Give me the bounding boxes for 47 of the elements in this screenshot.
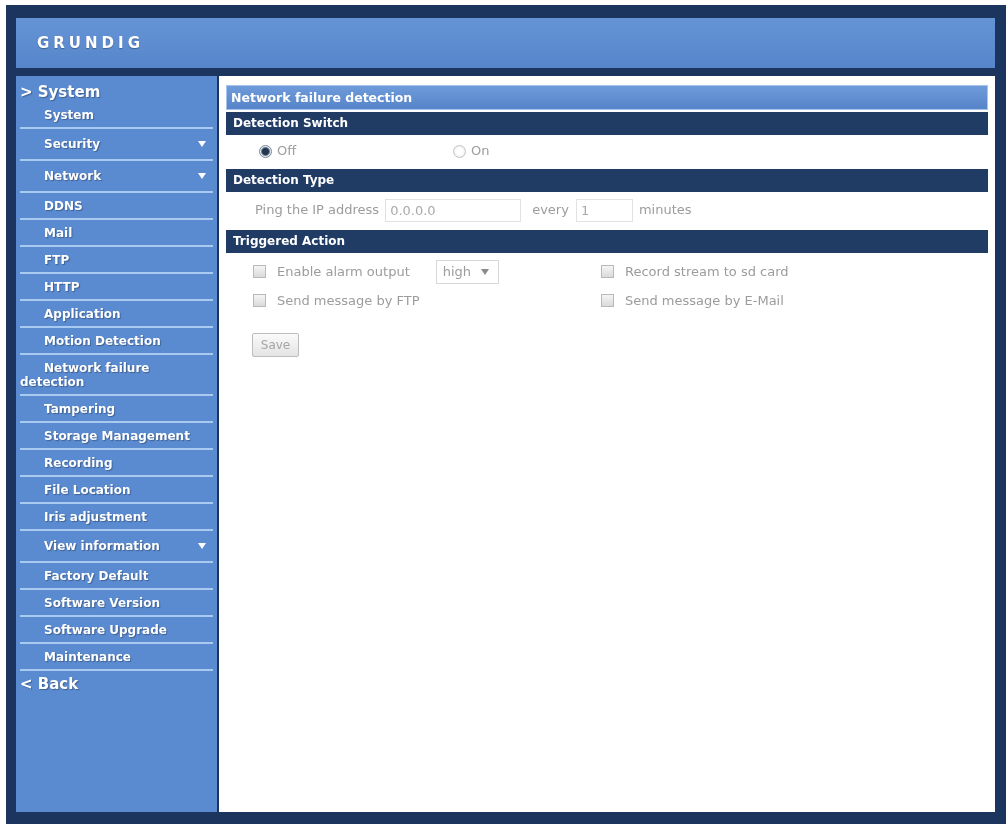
section-header: Detection Type: [226, 169, 988, 192]
output-select[interactable]: high: [435, 259, 499, 284]
sidebar-item[interactable]: FTP: [20, 247, 213, 274]
unit-label: minutes: [638, 202, 692, 218]
sidebar-item[interactable]: System: [20, 102, 213, 129]
sidebar-item[interactable]: Tampering: [20, 396, 213, 423]
sidebar-item[interactable]: Security: [20, 129, 213, 161]
radio-label: Off: [277, 143, 297, 159]
brand-logo: GRUNDIG: [37, 34, 144, 52]
sidebar-item[interactable]: Motion Detection: [20, 328, 213, 355]
page-title: Network failure detection: [226, 85, 988, 110]
sidebar-item[interactable]: Recording: [20, 450, 213, 477]
checkbox-label: Enable alarm output: [277, 263, 410, 280]
radio-label: On: [471, 143, 490, 159]
sidebar-item[interactable]: View information: [20, 531, 213, 563]
sidebar-item[interactable]: Network: [20, 161, 213, 193]
checkbox-label: Send message by E-Mail: [625, 292, 784, 309]
sidebar-item[interactable]: Network failure detection: [20, 355, 213, 396]
ping-label: Ping the IP address: [255, 202, 380, 218]
sidebar-item[interactable]: Application: [20, 301, 213, 328]
interval-label: every: [532, 202, 569, 218]
sidebar-item[interactable]: Mail: [20, 220, 213, 247]
checkbox-label: Record stream to sd card: [625, 263, 789, 280]
sidebar-item[interactable]: Storage Management: [20, 423, 213, 450]
checkbox[interactable]: [601, 265, 614, 278]
sidebar-heading[interactable]: > System: [20, 82, 101, 102]
sidebar-item[interactable]: HTTP: [20, 274, 213, 301]
sidebar-item[interactable]: Software Upgrade: [20, 617, 213, 644]
back-link[interactable]: < Back: [20, 674, 79, 694]
caret-down-icon: [481, 268, 490, 275]
sidebar-item[interactable]: Software Version: [20, 590, 213, 617]
sidebar-item[interactable]: File Location: [20, 477, 213, 504]
section-header: Detection Switch: [226, 112, 988, 135]
checkbox-label: Send message by FTP: [277, 292, 420, 309]
ip-address-field[interactable]: 0.0.0.0: [385, 198, 522, 222]
checkbox[interactable]: [253, 294, 266, 307]
save-button[interactable]: Save: [252, 333, 299, 357]
sidebar-item[interactable]: Iris adjustment: [20, 504, 213, 531]
radio-button[interactable]: [453, 144, 466, 158]
section-header: Triggered Action: [226, 230, 988, 253]
sidebar-item[interactable]: Factory Default: [20, 563, 213, 590]
sidebar-item[interactable]: Maintenance: [20, 644, 213, 671]
sidebar-item[interactable]: DDNS: [20, 193, 213, 220]
checkbox[interactable]: [601, 294, 614, 307]
radio-button[interactable]: [259, 144, 272, 158]
interval-field[interactable]: 1: [575, 198, 633, 222]
checkbox[interactable]: [253, 265, 266, 278]
